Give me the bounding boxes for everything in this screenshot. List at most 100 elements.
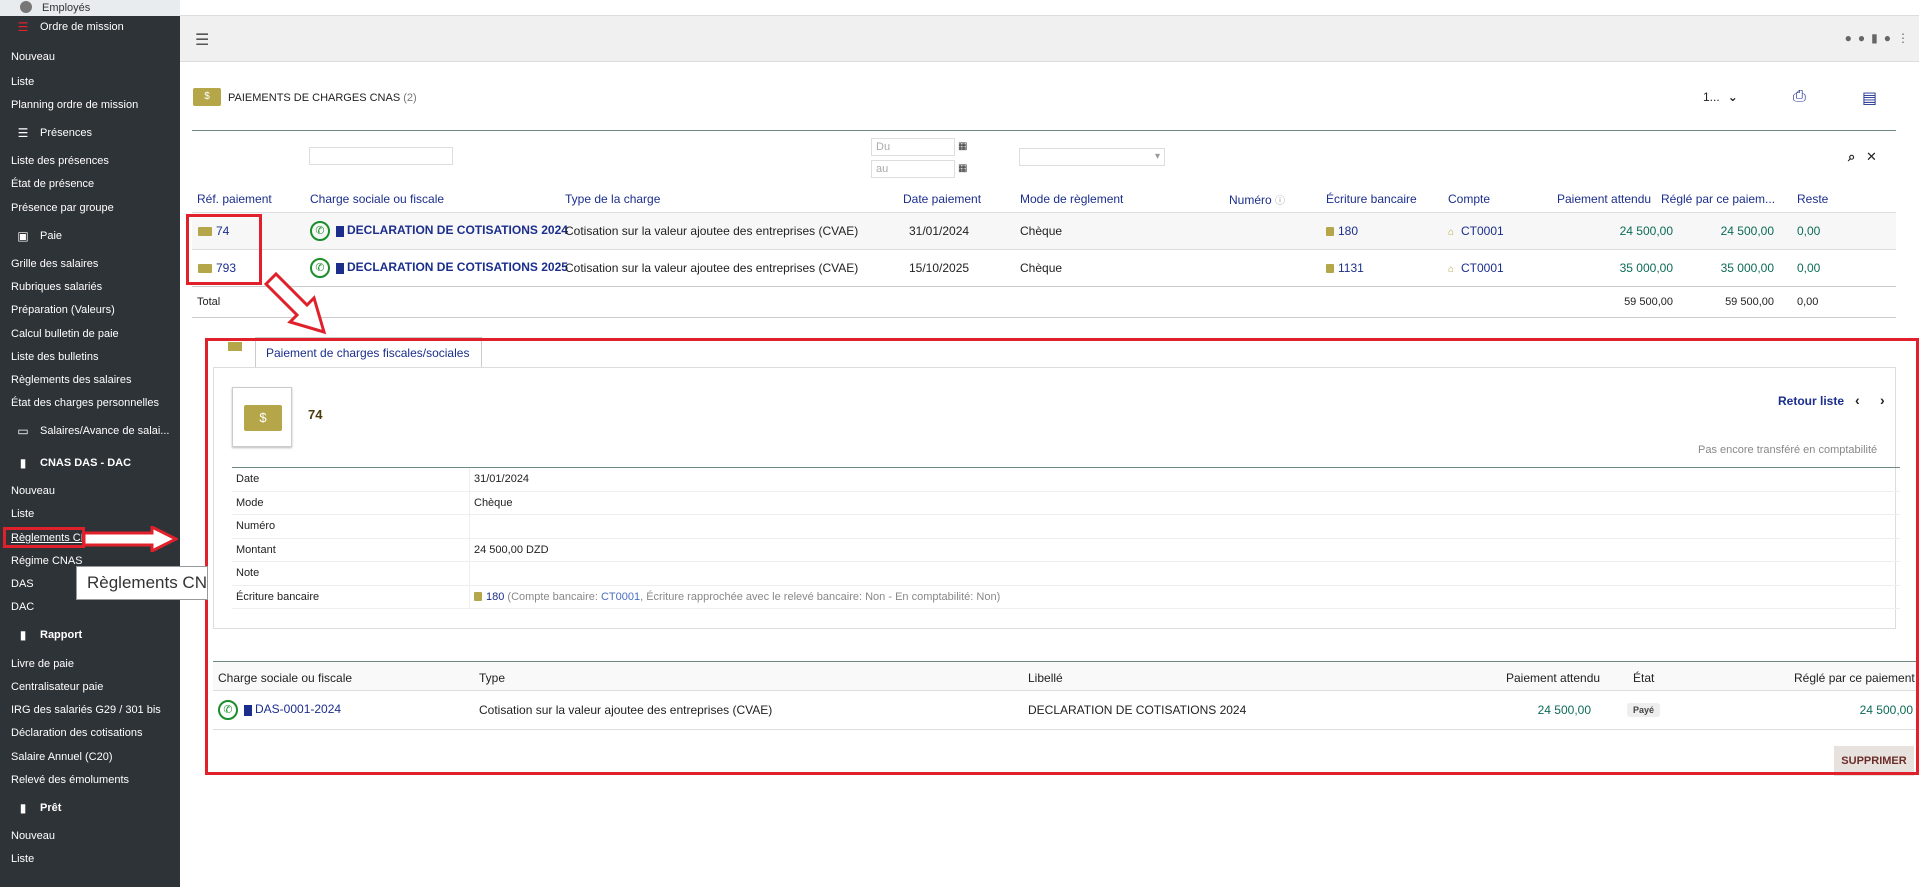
sidebar-item-employes[interactable]: Employés: [42, 2, 90, 14]
document-icon: ▮: [19, 628, 27, 642]
sidebar-item-cnas-liste[interactable]: Liste: [11, 508, 34, 520]
charge-link[interactable]: ✆ DECLARATION DE COTISATIONS 2024: [310, 221, 568, 241]
table-row[interactable]: 793 ✆ DECLARATION DE COTISATIONS 2025 Cot…: [192, 249, 1896, 286]
sidebar-item-liste-presences[interactable]: Liste des présences: [11, 155, 109, 167]
delete-button[interactable]: SUPPRIMER: [1834, 746, 1914, 776]
col-numero[interactable]: Numéro ⓘ: [1229, 192, 1285, 207]
whatsapp-icon[interactable]: ✆: [310, 258, 330, 278]
sub-table-row[interactable]: ✆ DAS-0001-2024 Cotisation sur la valeur …: [213, 691, 1916, 730]
ref-link[interactable]: 74: [198, 224, 229, 238]
sidebar-group-label: CNAS DAS - DAC: [40, 457, 132, 469]
chevron-left-icon[interactable]: ‹: [1855, 392, 1860, 408]
sub-regle-value: 24 500,00: [1859, 703, 1913, 717]
col-type[interactable]: Type de la charge: [565, 192, 660, 206]
sidebar-item-pret-liste[interactable]: Liste: [11, 853, 34, 865]
tab-paiement[interactable]: Paiement de charges fiscales/sociales: [255, 337, 482, 367]
ecriture-link[interactable]: 1131: [1326, 261, 1364, 275]
ecriture-link[interactable]: 180: [1326, 224, 1358, 238]
whatsapp-icon[interactable]: ✆: [218, 700, 238, 720]
col-date[interactable]: Date paiement: [903, 192, 981, 206]
sidebar-item-regime-cnas[interactable]: Régime CNAS: [11, 555, 83, 567]
col-mode[interactable]: Mode de règlement: [1020, 192, 1123, 206]
top-icons: ● ● ▮ ● ⋮: [1845, 31, 1909, 45]
date-value: 15/10/2025: [909, 261, 970, 275]
sidebar-group-ordre-mission[interactable]: ☰ Ordre de mission: [16, 20, 124, 34]
filter-mode-select[interactable]: ▾: [1019, 148, 1165, 166]
sidebar-item-reglements-salaires[interactable]: Règlements des salaires: [11, 374, 131, 386]
field-label: Note: [236, 567, 260, 579]
sidebar-item-nouveau[interactable]: Nouveau: [11, 51, 55, 63]
sidebar-group-cnas[interactable]: ▮ CNAS DAS - DAC: [16, 456, 131, 470]
page-size-select[interactable]: 1... ⌄: [1703, 90, 1738, 104]
avatar[interactable]: ●: [1884, 31, 1891, 45]
sub-type-value: Cotisation sur la valeur ajoutee des ent…: [479, 703, 773, 717]
sidebar-item-releve[interactable]: Relevé des émoluments: [11, 774, 129, 786]
sidebar-item-etat-charges[interactable]: État des charges personnelles: [11, 397, 159, 409]
whatsapp-icon[interactable]: ✆: [310, 221, 330, 241]
more-icon[interactable]: ⋮: [1897, 31, 1909, 45]
col-compte[interactable]: Compte: [1448, 192, 1490, 206]
excel-export-icon[interactable]: ▤: [1862, 88, 1877, 108]
total-reste: 0,00: [1797, 296, 1819, 308]
field-value: 180 (Compte bancaire: CT0001, Écriture r…: [474, 591, 1000, 603]
sidebar-item-cnas-nouveau[interactable]: Nouveau: [11, 485, 55, 497]
menu-icon[interactable]: ☰: [195, 30, 209, 50]
calendar-icon[interactable]: ▦: [958, 163, 967, 174]
filter-date-from[interactable]: Du: [871, 138, 955, 156]
table-row[interactable]: 74 ✆ DECLARATION DE COTISATIONS 2024 Coti…: [192, 212, 1896, 249]
sidebar-item-dac[interactable]: DAC: [11, 601, 34, 613]
compte-link[interactable]: ⌂ CT0001: [1448, 224, 1504, 238]
charge-link[interactable]: ✆ DECLARATION DE COTISATIONS 2025: [310, 258, 568, 278]
col-regle[interactable]: Réglé par ce paiem...: [1661, 192, 1775, 206]
sub-ref-link[interactable]: ✆ DAS-0001-2024: [218, 700, 341, 720]
col-attendu[interactable]: Paiement attendu: [1557, 192, 1651, 206]
close-icon[interactable]: ✕: [1866, 149, 1877, 165]
field-value: 31/01/2024: [474, 473, 530, 485]
regle-value: 35 000,00: [1720, 261, 1774, 275]
detail-fields: Date 31/01/2024 Mode Chèque Numéro Montant…: [232, 467, 1900, 609]
sidebar-group-paie[interactable]: ▣ Paie: [16, 229, 62, 243]
sidebar-item-livre-paie[interactable]: Livre de paie: [11, 658, 74, 670]
calendar-icon[interactable]: ▦: [958, 141, 967, 152]
col-ref[interactable]: Réf. paiement: [197, 192, 272, 206]
sidebar-group-rapport[interactable]: ▮ Rapport: [16, 628, 82, 642]
filter-charge-input[interactable]: [309, 147, 453, 165]
clipboard-icon[interactable]: ▮: [1871, 31, 1878, 45]
sidebar-item-rubriques[interactable]: Rubriques salariés: [11, 281, 102, 293]
ecriture-link[interactable]: 180: [486, 591, 504, 603]
col-ecriture[interactable]: Écriture bancaire: [1326, 192, 1417, 206]
ref-link[interactable]: 793: [198, 261, 236, 275]
filter-date-to[interactable]: au: [871, 160, 955, 178]
chevron-right-icon[interactable]: ›: [1880, 392, 1885, 408]
sub-col-etat: État: [1633, 671, 1655, 685]
sidebar-item-etat-presence[interactable]: État de présence: [11, 178, 94, 190]
sidebar-item-planning[interactable]: Planning ordre de mission: [11, 99, 138, 111]
sidebar-group-pret[interactable]: ▮ Prêt: [16, 801, 62, 815]
sidebar-item-liste-bulletins[interactable]: Liste des bulletins: [11, 351, 98, 363]
sidebar-group-label: Paie: [40, 230, 63, 242]
sidebar-item-grille[interactable]: Grille des salaires: [11, 258, 98, 270]
compte-link[interactable]: CT0001: [601, 591, 640, 603]
sidebar-item-preparation[interactable]: Préparation (Valeurs): [11, 304, 115, 316]
sidebar-item-declaration[interactable]: Déclaration des cotisations: [11, 727, 142, 739]
sidebar-item-salaire-annuel[interactable]: Salaire Annuel (C20): [11, 751, 113, 763]
sidebar-item-pret-nouveau[interactable]: Nouveau: [11, 830, 55, 842]
sidebar-item-presence-groupe[interactable]: Présence par groupe: [11, 202, 114, 214]
sidebar-item-reglements-cnas[interactable]: Règlements CNAS: [11, 532, 103, 544]
chat-icon[interactable]: ●: [1858, 31, 1865, 45]
sub-libelle-value: DECLARATION DE COTISATIONS 2024: [1028, 703, 1247, 717]
sidebar-item-calcul[interactable]: Calcul bulletin de paie: [11, 328, 119, 340]
print-icon[interactable]: ⎙: [1793, 88, 1806, 106]
sidebar-item-centralisateur[interactable]: Centralisateur paie: [11, 681, 103, 693]
back-to-list-link[interactable]: Retour liste: [1778, 394, 1844, 408]
compte-link[interactable]: ⌂ CT0001: [1448, 261, 1504, 275]
col-reste[interactable]: Reste: [1797, 192, 1828, 206]
sidebar-group-salaires-avance[interactable]: ▭ Salaires/Avance de salai...: [16, 424, 169, 438]
sidebar-item-das[interactable]: DAS: [11, 578, 34, 590]
bell-icon[interactable]: ●: [1845, 31, 1852, 45]
sidebar-item-liste[interactable]: Liste: [11, 76, 34, 88]
sidebar-group-presences[interactable]: ☰ Présences: [16, 126, 92, 140]
search-icon[interactable]: ⌕: [1848, 149, 1855, 165]
sidebar-item-irg[interactable]: IRG des salariés G29 / 301 bis: [11, 704, 161, 716]
col-charge[interactable]: Charge sociale ou fiscale: [310, 192, 444, 206]
